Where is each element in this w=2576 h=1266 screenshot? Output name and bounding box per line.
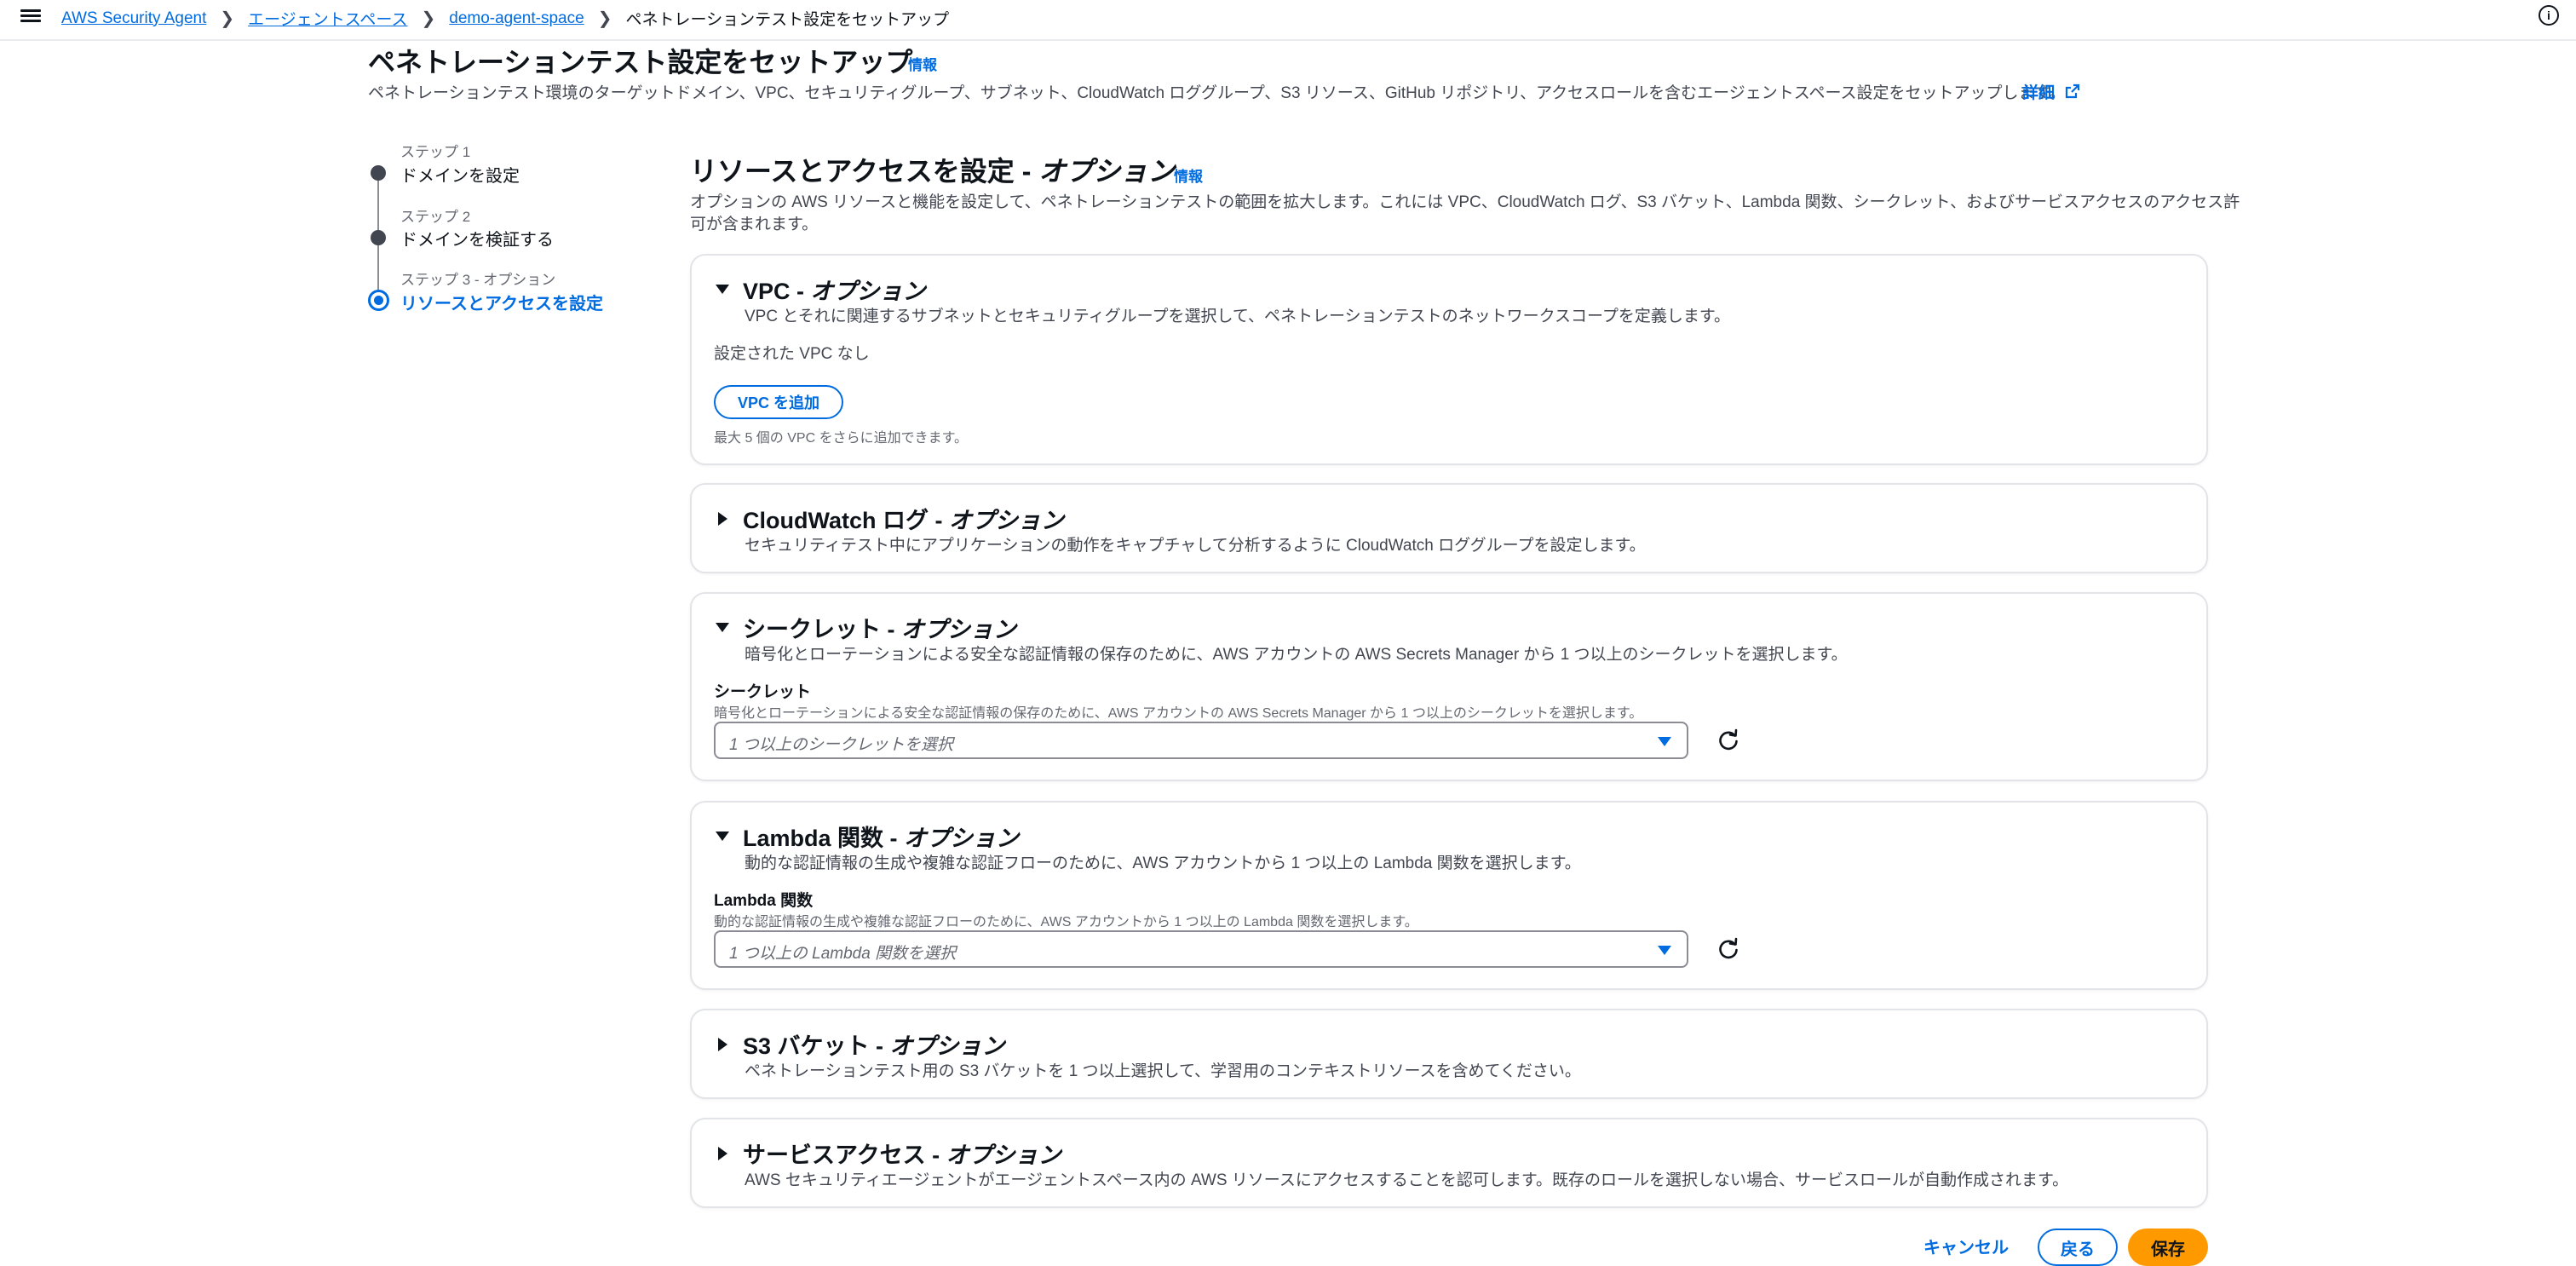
breadcrumb: AWS Security Agent ❯ エージェントスペース ❯ demo-a… xyxy=(61,7,949,30)
s3-card: S3 バケット - オプション ペネトレーションテスト用の S3 バケットを 1… xyxy=(690,1009,2208,1099)
breadcrumb-agent-spaces[interactable]: エージェントスペース xyxy=(248,7,407,30)
details-link[interactable]: 詳細 xyxy=(2022,80,2055,103)
cloudwatch-expand-toggle[interactable]: CloudWatch ログ - オプション xyxy=(716,502,1064,535)
vpc-subtitle: VPC とそれに関連するサブネットとセキュリティグループを選択して、ペネトレーシ… xyxy=(745,308,1730,325)
section-description-line2: 可が含まれます。 xyxy=(690,216,819,233)
s3-title: S3 バケット - オプション xyxy=(743,1033,1005,1059)
wizard-step-1[interactable]: ドメインを設定 xyxy=(400,162,520,187)
cloudwatch-card: CloudWatch ログ - オプション セキュリティテスト中にアプリケーショ… xyxy=(690,483,2208,573)
breadcrumb-aws-security-agent[interactable]: AWS Security Agent xyxy=(61,9,206,28)
wizard-step-2[interactable]: ドメインを検証する xyxy=(400,226,554,250)
service-access-expand-toggle[interactable]: サービスアクセス - オプション xyxy=(716,1137,1061,1170)
page-description: ペネトレーションテスト環境のターゲットドメイン、VPC、セキュリティグループ、サ… xyxy=(368,84,2066,102)
step-2-label: ステップ 2 xyxy=(400,209,471,225)
chevron-right-icon: ❯ xyxy=(421,9,436,28)
lambda-field-label: Lambda 関数 xyxy=(714,892,814,910)
hamburger-menu-icon[interactable] xyxy=(20,7,41,27)
caret-right-icon xyxy=(718,1146,727,1160)
lambda-expand-toggle[interactable]: Lambda 関数 - オプション xyxy=(716,820,1019,853)
lambda-subtitle: 動的な認証情報の生成や複雑な認証フローのために、AWS アカウントから 1 つ以… xyxy=(745,855,1581,872)
step-3-label: ステップ 3 - オプション xyxy=(400,272,556,288)
caret-down-icon xyxy=(716,285,729,294)
step-1-label: ステップ 1 xyxy=(400,144,471,160)
caret-down-icon xyxy=(716,623,729,632)
lambda-select[interactable]: 1 つ以上の Lambda 関数を選択 xyxy=(714,930,1688,968)
top-navigation-bar: AWS Security Agent ❯ エージェントスペース ❯ demo-a… xyxy=(0,0,2576,41)
info-icon[interactable]: i xyxy=(2539,5,2559,26)
vpc-title: VPC - オプション xyxy=(743,279,926,304)
chevron-right-icon: ❯ xyxy=(597,9,612,28)
service-access-title: サービスアクセス - オプション xyxy=(743,1142,1061,1168)
secrets-select-placeholder: 1 つ以上のシークレットを選択 xyxy=(729,736,953,754)
lambda-title: Lambda 関数 - オプション xyxy=(743,826,1020,851)
step-3-active-indicator-icon xyxy=(368,290,389,311)
step-2-indicator-icon xyxy=(371,230,386,245)
wizard-step-3: リソースとアクセスを設定 xyxy=(400,295,603,314)
service-access-subtitle: AWS セキュリティエージェントがエージェントスペース内の AWS リソースにア… xyxy=(745,1171,2069,1189)
secrets-field-description: 暗号化とローテーションによる安全な認証情報の保存のために、AWS アカウントの … xyxy=(714,706,1643,721)
secrets-field-label: シークレット xyxy=(714,683,812,701)
section-description-line1: オプションの AWS リソースと機能を設定して、ペネトレーションテストの範囲を拡… xyxy=(690,193,2240,211)
caret-down-icon xyxy=(716,832,729,841)
add-vpc-button[interactable]: VPC を追加 xyxy=(714,385,844,419)
lambda-field-description: 動的な認証情報の生成や複雑な認証フローのために、AWS アカウントから 1 つ以… xyxy=(714,915,1418,929)
step-1-indicator-icon xyxy=(371,165,386,181)
vpc-empty-text: 設定された VPC なし xyxy=(714,345,870,363)
caret-right-icon xyxy=(718,1037,727,1051)
s3-subtitle: ペネトレーションテスト用の S3 バケットを 1 つ以上選択して、学習用のコンテ… xyxy=(745,1062,1581,1080)
cancel-button[interactable]: キャンセル xyxy=(1923,1234,2009,1258)
s3-expand-toggle[interactable]: S3 バケット - オプション xyxy=(716,1027,1005,1061)
page-info-link[interactable]: 情報 xyxy=(908,53,937,74)
lambda-select-placeholder: 1 つ以上の Lambda 関数を選択 xyxy=(729,945,957,963)
page-title: ペネトレーションテスト設定をセットアップ xyxy=(368,47,913,78)
service-access-card: サービスアクセス - オプション AWS セキュリティエージェントがエージェント… xyxy=(690,1118,2208,1208)
secrets-card: シークレット - オプション 暗号化とローテーションによる安全な認証情報の保存の… xyxy=(690,592,2208,781)
lambda-card: Lambda 関数 - オプション 動的な認証情報の生成や複雑な認証フローのため… xyxy=(690,801,2208,990)
dropdown-caret-icon xyxy=(1658,737,1671,746)
cloudwatch-subtitle: セキュリティテスト中にアプリケーションの動作をキャプチャして分析するように Cl… xyxy=(745,537,1646,555)
chevron-right-icon: ❯ xyxy=(220,9,235,28)
breadcrumb-current: ペネトレーションテスト設定をセットアップ xyxy=(625,11,950,29)
caret-right-icon xyxy=(718,511,727,526)
dropdown-caret-icon xyxy=(1658,946,1671,955)
section-info-link[interactable]: 情報 xyxy=(1174,164,1203,186)
vpc-card: VPC - オプション VPC とそれに関連するサブネットとセキュリティグループ… xyxy=(690,254,2208,465)
section-title: リソースとアクセスを設定 - オプション xyxy=(690,156,1176,187)
secrets-expand-toggle[interactable]: シークレット - オプション xyxy=(716,611,1016,644)
secrets-refresh-icon[interactable] xyxy=(1716,728,1741,753)
cloudwatch-title: CloudWatch ログ - オプション xyxy=(743,508,1064,533)
save-button[interactable]: 保存 xyxy=(2128,1229,2208,1266)
back-button[interactable]: 戻る xyxy=(2038,1229,2118,1266)
external-link-icon[interactable] xyxy=(2065,83,2080,99)
secrets-subtitle: 暗号化とローテーションによる安全な認証情報の保存のために、AWS アカウントの … xyxy=(745,646,1848,664)
secrets-select[interactable]: 1 つ以上のシークレットを選択 xyxy=(714,722,1688,759)
lambda-refresh-icon[interactable] xyxy=(1716,936,1741,962)
secrets-title: シークレット - オプション xyxy=(743,617,1016,642)
vpc-expand-toggle[interactable]: VPC - オプション xyxy=(716,273,926,306)
vpc-hint: 最大 5 個の VPC をさらに追加できます。 xyxy=(714,431,968,446)
breadcrumb-demo-agent-space[interactable]: demo-agent-space xyxy=(449,9,584,28)
